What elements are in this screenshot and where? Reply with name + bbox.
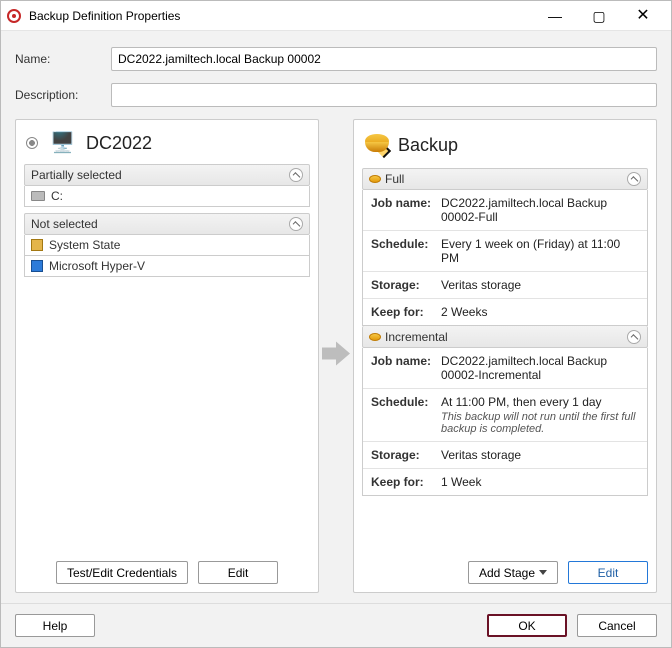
footer: Help OK Cancel [1, 603, 671, 647]
prop-row: Schedule: Every 1 week on (Friday) at 11… [363, 231, 647, 272]
system-state-icon [31, 239, 43, 251]
item-label: System State [49, 238, 120, 252]
disk-icon [31, 191, 45, 201]
incremental-properties: Job name: DC2022.jamiltech.local Backup … [362, 348, 648, 496]
prop-key: Schedule: [371, 237, 441, 265]
backup-title: Backup [398, 135, 458, 156]
prop-row: Job name: DC2022.jamiltech.local Backup … [363, 190, 647, 231]
edit-selection-button[interactable]: Edit [198, 561, 278, 584]
item-label: Microsoft Hyper-V [49, 259, 145, 273]
prop-row: Keep for: 2 Weeks [363, 299, 647, 325]
prop-key: Keep for: [371, 305, 441, 319]
chevron-up-icon[interactable] [289, 168, 303, 182]
prop-row: Storage: Veritas storage [363, 442, 647, 469]
chevron-up-icon[interactable] [627, 172, 641, 186]
section-label: Full [385, 172, 404, 186]
add-stage-button[interactable]: Add Stage [468, 561, 558, 584]
prop-row: Job name: DC2022.jamiltech.local Backup … [363, 348, 647, 389]
close-button[interactable]: ✕ [621, 2, 665, 30]
prop-val: 2 Weeks [441, 305, 639, 319]
section-label: Not selected [31, 217, 98, 231]
prop-val: Veritas storage [441, 448, 639, 462]
content: Name: Description: DC2022 Partially sele… [1, 31, 671, 603]
description-row: Description: [15, 83, 657, 107]
panels: DC2022 Partially selected C: Not selecte… [15, 119, 657, 593]
arrow-icon [322, 342, 350, 371]
button-label: Add Stage [479, 566, 535, 580]
backup-panel: Backup Full Job name: DC2022.jamiltech.l… [353, 119, 657, 593]
description-label: Description: [15, 88, 111, 102]
app-icon [7, 9, 21, 23]
selection-title-row: DC2022 [26, 132, 308, 154]
prop-key: Job name: [371, 196, 441, 224]
ok-button[interactable]: OK [487, 614, 567, 637]
schedule-value: At 11:00 PM, then every 1 day [441, 395, 639, 409]
prop-key: Storage: [371, 448, 441, 462]
prop-val: DC2022.jamiltech.local Backup 00002-Full [441, 196, 639, 224]
name-row: Name: [15, 47, 657, 71]
selection-buttons: Test/Edit Credentials Edit [24, 561, 310, 584]
list-item[interactable]: System State [24, 235, 310, 256]
caret-down-icon [539, 570, 547, 575]
backup-title-row: Backup [364, 132, 646, 158]
full-properties: Job name: DC2022.jamiltech.local Backup … [362, 190, 648, 326]
prop-key: Storage: [371, 278, 441, 292]
titlebar: Backup Definition Properties — ▢ ✕ [1, 1, 671, 31]
name-label: Name: [15, 52, 111, 66]
section-label: Partially selected [31, 168, 122, 182]
partially-selected-header[interactable]: Partially selected [24, 164, 310, 186]
chevron-up-icon[interactable] [627, 330, 641, 344]
full-disk-icon [369, 175, 381, 183]
window: Backup Definition Properties — ▢ ✕ Name:… [0, 0, 672, 648]
radio-icon [26, 137, 38, 149]
list-item[interactable]: Microsoft Hyper-V [24, 256, 310, 277]
prop-val: Veritas storage [441, 278, 639, 292]
prop-key: Job name: [371, 354, 441, 382]
prop-val: DC2022.jamiltech.local Backup 00002-Incr… [441, 354, 639, 382]
minimize-button[interactable]: — [533, 2, 577, 30]
cancel-button[interactable]: Cancel [577, 614, 657, 637]
selection-title: DC2022 [86, 133, 152, 154]
list-item[interactable]: C: [24, 186, 310, 207]
prop-row: Keep for: 1 Week [363, 469, 647, 495]
schedule-note: This backup will not run until the first… [441, 411, 639, 435]
prop-key: Schedule: [371, 395, 441, 435]
backup-icon [364, 132, 390, 158]
backup-buttons: Add Stage Edit [362, 561, 648, 584]
help-button[interactable]: Help [15, 614, 95, 637]
maximize-button[interactable]: ▢ [577, 2, 621, 30]
prop-val: Every 1 week on (Friday) at 11:00 PM [441, 237, 639, 265]
server-icon [50, 132, 78, 154]
edit-backup-button[interactable]: Edit [568, 561, 648, 584]
prop-val: 1 Week [441, 475, 639, 489]
hyperv-icon [31, 260, 43, 272]
window-title: Backup Definition Properties [29, 9, 533, 23]
incremental-header[interactable]: Incremental [362, 326, 648, 348]
incremental-disk-icon [369, 333, 381, 341]
chevron-up-icon[interactable] [289, 217, 303, 231]
full-header[interactable]: Full [362, 168, 648, 190]
prop-row: Storage: Veritas storage [363, 272, 647, 299]
selection-panel: DC2022 Partially selected C: Not selecte… [15, 119, 319, 593]
test-edit-credentials-button[interactable]: Test/Edit Credentials [56, 561, 188, 584]
not-selected-header[interactable]: Not selected [24, 213, 310, 235]
prop-row: Schedule: At 11:00 PM, then every 1 day … [363, 389, 647, 442]
prop-val: At 11:00 PM, then every 1 day This backu… [441, 395, 639, 435]
section-label: Incremental [385, 330, 448, 344]
item-label: C: [51, 189, 63, 203]
name-input[interactable] [111, 47, 657, 71]
description-input[interactable] [111, 83, 657, 107]
prop-key: Keep for: [371, 475, 441, 489]
